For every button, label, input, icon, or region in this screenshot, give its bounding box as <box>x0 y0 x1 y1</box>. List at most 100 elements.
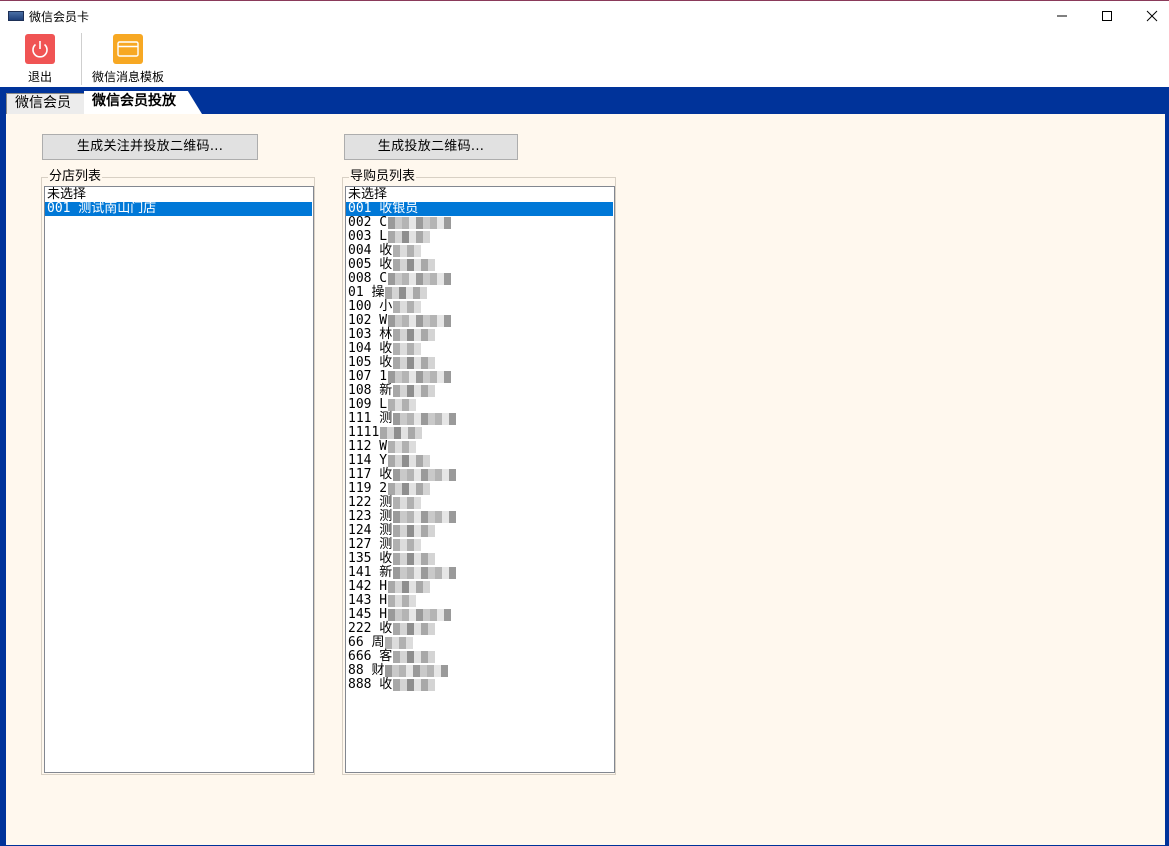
power-icon <box>25 34 55 64</box>
tab-wechat-member[interactable]: 微信会员 <box>6 93 86 114</box>
redacted-text <box>380 426 423 439</box>
list-item-label: 66 周 <box>348 635 385 650</box>
list-item[interactable]: 005 收 <box>346 258 613 272</box>
close-button[interactable] <box>1129 1 1169 31</box>
list-item[interactable]: 143 H <box>346 594 613 608</box>
redacted-text <box>393 384 436 397</box>
list-item[interactable]: 001 收银员 <box>346 202 613 216</box>
list-item[interactable]: 114 Y <box>346 454 613 468</box>
list-item-label: 141 新 <box>348 565 393 580</box>
list-item[interactable]: 111 测 <box>346 412 613 426</box>
redacted-text <box>388 594 417 607</box>
redacted-text <box>393 678 436 691</box>
store-listbox[interactable]: 未选择 001 测试南山门店 <box>44 186 314 773</box>
list-item[interactable]: 66 周 <box>346 636 613 650</box>
title-bar: 微信会员卡 <box>0 0 1169 30</box>
content-frame: 生成关注并投放二维码... 生成投放二维码... 分店列表 未选择 001 测试南… <box>0 114 1169 846</box>
list-item[interactable]: 117 收 <box>346 468 613 482</box>
list-item[interactable]: 109 L <box>346 398 613 412</box>
list-item[interactable]: 003 L <box>346 230 613 244</box>
clerk-list-group: 导购员列表 未选择 001 收银员 002 C 003 L 004 收 005 收 008 … <box>342 169 616 775</box>
list-item[interactable]: 107 1 <box>346 370 613 384</box>
list-item-label: 222 收 <box>348 621 393 636</box>
redacted-text <box>388 216 452 229</box>
list-item[interactable]: 122 测 <box>346 496 613 510</box>
exit-button[interactable]: 退出 <box>18 34 62 86</box>
list-item[interactable]: 123 测 <box>346 510 613 524</box>
redacted-text <box>388 580 431 593</box>
list-item-label: 88 财 <box>348 663 385 678</box>
list-item-label: 005 收 <box>348 257 393 272</box>
list-item-label: 143 H <box>348 593 388 608</box>
app-card-icon <box>8 11 24 21</box>
list-item[interactable]: 1111 <box>346 426 613 440</box>
list-item-label: 01 操 <box>348 285 385 300</box>
list-item[interactable]: 145 H <box>346 608 613 622</box>
maximize-button[interactable] <box>1084 1 1130 31</box>
redacted-text <box>393 342 422 355</box>
redacted-text <box>393 258 436 271</box>
generate-follow-qr-button[interactable]: 生成关注并投放二维码... <box>42 134 258 160</box>
clerk-list-title: 导购员列表 <box>349 169 417 185</box>
list-item[interactable]: 01 操 <box>346 286 613 300</box>
maximize-icon <box>1102 11 1112 21</box>
window-title: 微信会员卡 <box>29 10 90 24</box>
redacted-text <box>393 566 457 579</box>
minimize-icon <box>1057 15 1067 17</box>
list-item-label: 124 测 <box>348 523 393 538</box>
redacted-text <box>388 272 452 285</box>
clerk-listbox[interactable]: 未选择 001 收银员 002 C 003 L 004 收 005 收 008 C 01 操1… <box>345 186 615 773</box>
list-item[interactable]: 102 W <box>346 314 613 328</box>
list-item-label: 114 Y <box>348 453 388 468</box>
list-item[interactable]: 008 C <box>346 272 613 286</box>
list-item-label: 002 C <box>348 215 388 230</box>
redacted-text <box>393 496 422 509</box>
list-item[interactable]: 142 H <box>346 580 613 594</box>
list-item-label: 104 收 <box>348 341 393 356</box>
list-item[interactable]: 135 收 <box>346 552 613 566</box>
store-list-title: 分店列表 <box>48 169 103 185</box>
generate-delivery-qr-button[interactable]: 生成投放二维码... <box>344 134 518 160</box>
list-item-label: 123 测 <box>348 509 393 524</box>
list-item[interactable]: 222 收 <box>346 622 613 636</box>
redacted-text <box>393 552 436 565</box>
redacted-text <box>385 636 414 649</box>
list-item[interactable]: 108 新 <box>346 384 613 398</box>
redacted-text <box>393 244 422 257</box>
list-item-label: 119 2 <box>348 481 388 496</box>
redacted-text <box>388 370 452 383</box>
list-item[interactable]: 127 测 <box>346 538 613 552</box>
list-item[interactable]: 未选择 <box>346 188 613 202</box>
list-item-label: 145 H <box>348 607 388 622</box>
list-item[interactable]: 124 测 <box>346 524 613 538</box>
redacted-text <box>385 286 428 299</box>
list-item[interactable]: 001 测试南山门店 <box>45 202 312 216</box>
tab-wechat-member-delivery[interactable]: 微信会员投放 <box>84 91 202 114</box>
list-item[interactable]: 119 2 <box>346 482 613 496</box>
redacted-text <box>388 482 431 495</box>
list-item[interactable]: 112 W <box>346 440 613 454</box>
list-item-label: 666 客 <box>348 649 393 664</box>
message-template-button[interactable]: 微信消息模板 <box>88 34 168 86</box>
list-item[interactable]: 100 小 <box>346 300 613 314</box>
list-item-label: 127 测 <box>348 537 393 552</box>
toolbar-separator <box>81 33 82 85</box>
list-item[interactable]: 88 财 <box>346 664 613 678</box>
list-item[interactable]: 105 收 <box>346 356 613 370</box>
store-list-group: 分店列表 未选择 001 测试南山门店 <box>41 169 315 775</box>
list-item[interactable]: 141 新 <box>346 566 613 580</box>
list-item[interactable]: 002 C <box>346 216 613 230</box>
list-item[interactable]: 103 林 <box>346 328 613 342</box>
list-item[interactable]: 未选择 <box>45 188 312 202</box>
list-item-label: 109 L <box>348 397 388 412</box>
list-item[interactable]: 888 收 <box>346 678 613 692</box>
redacted-text <box>393 510 457 523</box>
redacted-text <box>393 412 457 425</box>
redacted-text <box>393 356 436 369</box>
list-item[interactable]: 104 收 <box>346 342 613 356</box>
minimize-button[interactable] <box>1039 1 1085 31</box>
list-item-label: 001 测试南山门店 <box>47 201 157 216</box>
list-item[interactable]: 666 客 <box>346 650 613 664</box>
redacted-text <box>393 650 436 663</box>
list-item[interactable]: 004 收 <box>346 244 613 258</box>
